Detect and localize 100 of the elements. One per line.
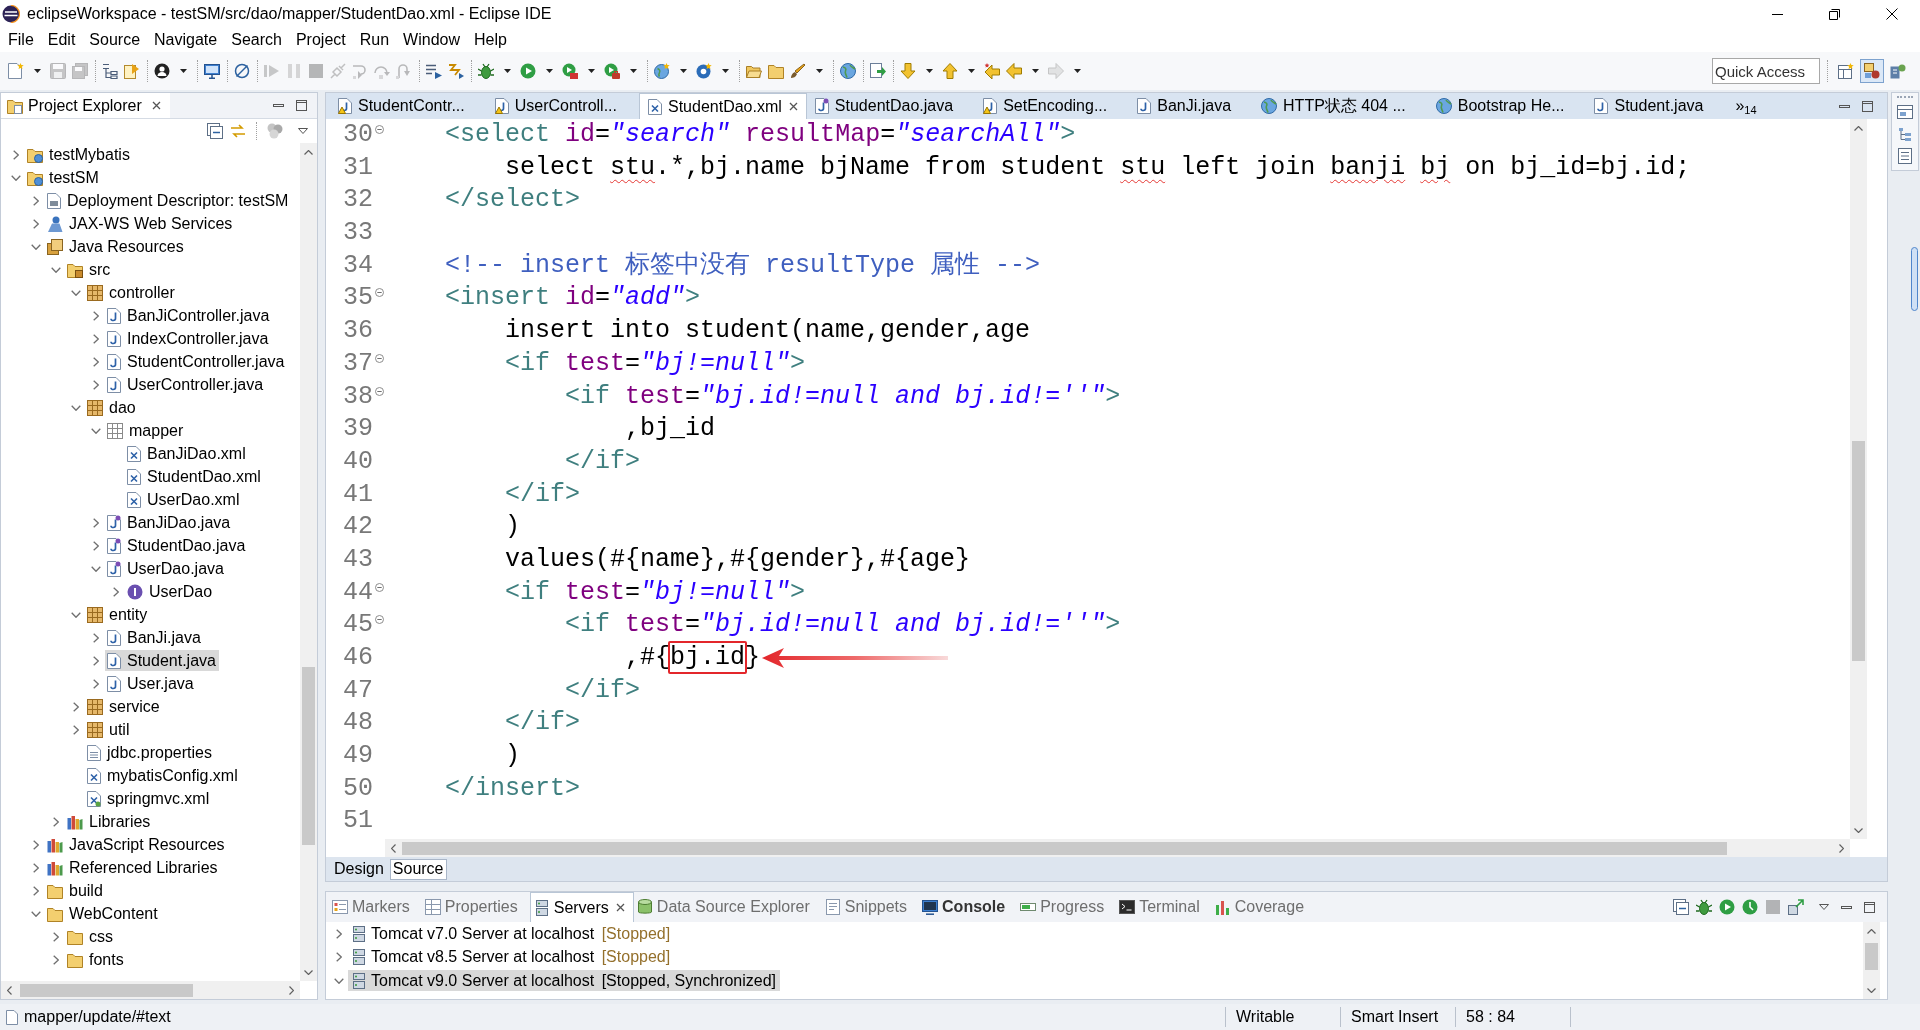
tree-item[interactable]: testMybatis — [25, 144, 133, 165]
chevron-right-icon[interactable] — [53, 954, 59, 965]
scrollbar-thumb[interactable] — [302, 667, 315, 845]
tree-item[interactable]: StudentController.java — [105, 351, 288, 372]
scroll-down-icon[interactable] — [1867, 987, 1876, 993]
chevron-right-icon[interactable] — [93, 356, 99, 367]
tree-icon[interactable] — [1896, 126, 1913, 142]
tree-item[interactable]: build — [45, 880, 106, 901]
server-item[interactable]: Tomcat v9.0 Server at localhost [Stopped, Synchronized] — [348, 970, 780, 992]
scroll-up-icon[interactable] — [1854, 125, 1863, 131]
chevron-right-icon[interactable] — [93, 540, 99, 551]
chevron-right-icon[interactable] — [93, 517, 99, 528]
editor-tab[interactable]: StudentDao.java — [806, 93, 976, 119]
chevron-down-icon[interactable] — [11, 174, 21, 181]
scrollbar-thumb[interactable] — [1852, 441, 1865, 661]
minimize-icon[interactable] — [273, 104, 284, 107]
chevron-down-icon[interactable] — [71, 289, 81, 296]
tree-item[interactable]: BanJiController.java — [105, 305, 273, 326]
menu-item[interactable]: Search — [224, 28, 289, 52]
scroll-left-icon[interactable] — [7, 985, 12, 995]
menu-item[interactable]: Edit — [40, 28, 83, 52]
collapse-icon[interactable] — [374, 288, 384, 298]
minimize-icon[interactable] — [1841, 905, 1852, 909]
page-tab[interactable]: Source — [389, 858, 447, 880]
chevron-right-icon[interactable] — [93, 333, 99, 344]
tree-item[interactable]: dao — [85, 397, 139, 418]
tree-item[interactable]: Libraries — [65, 811, 154, 832]
chevron-right-icon[interactable] — [13, 149, 19, 160]
panel-tab[interactable]: Properties — [421, 892, 530, 922]
editor-tab[interactable]: BanJi.java — [1129, 93, 1254, 119]
editor-tab[interactable]: Student.java — [1586, 93, 1726, 119]
editor-tab[interactable]: StudentDao.xml — [639, 93, 807, 119]
panel-tab[interactable]: Coverage — [1211, 892, 1317, 922]
scroll-up-icon[interactable] — [1867, 928, 1876, 934]
chevron-right-icon[interactable] — [336, 952, 342, 963]
chevron-right-icon[interactable] — [33, 862, 39, 873]
tree-item[interactable]: mybatisConfig.xml — [85, 765, 241, 786]
tree-item[interactable]: UserController.java — [105, 374, 267, 395]
tree-item[interactable]: WebContent — [45, 903, 161, 924]
close-icon[interactable] — [788, 102, 798, 111]
scrollbar-thumb[interactable] — [1865, 943, 1878, 970]
collapse-all-icon[interactable] — [207, 123, 223, 139]
scroll-up-icon[interactable] — [304, 149, 313, 155]
panel-tab[interactable]: Terminal — [1116, 892, 1212, 922]
collapse-icon[interactable] — [374, 615, 384, 625]
tree-item[interactable]: StudentDao.java — [105, 535, 249, 556]
chevron-down-icon[interactable] — [31, 243, 41, 250]
tree-item[interactable]: service — [85, 696, 163, 717]
chevron-down-icon[interactable] — [51, 266, 61, 273]
collapse-icon[interactable] — [374, 386, 384, 396]
tree-item[interactable]: css — [65, 926, 116, 947]
restore-icon[interactable] — [1829, 8, 1840, 20]
run-icon[interactable] — [1718, 899, 1735, 915]
scroll-down-icon[interactable] — [1854, 827, 1863, 833]
tree-item[interactable]: BanJi.java — [105, 627, 204, 648]
close-icon[interactable] — [1885, 8, 1898, 20]
close-icon[interactable] — [615, 903, 625, 912]
scroll-down-icon[interactable] — [304, 969, 313, 975]
tree-item[interactable]: src — [65, 259, 114, 280]
tree-item[interactable]: util — [85, 719, 133, 740]
tree-item[interactable]: testSM — [25, 167, 102, 188]
chevron-down-icon[interactable] — [91, 427, 101, 434]
chevron-right-icon[interactable] — [73, 724, 79, 735]
menu-item[interactable]: Run — [352, 28, 397, 52]
scrollbar-thumb[interactable] — [20, 983, 193, 997]
scroll-right-icon[interactable] — [289, 985, 294, 995]
tree-item[interactable]: Referenced Libraries — [45, 857, 221, 878]
chevron-right-icon[interactable] — [73, 701, 79, 712]
maximize-icon[interactable] — [1864, 901, 1875, 913]
tree-item[interactable]: StudentDao.xml — [125, 466, 264, 487]
editor-tab[interactable]: SetEncoding... — [975, 93, 1130, 119]
chevron-right-icon[interactable] — [336, 928, 342, 939]
editor-tab[interactable]: StudentContr... — [330, 93, 487, 119]
tree-item[interactable]: Java Resources — [45, 236, 187, 257]
tree-item[interactable]: springmvc.xml — [85, 788, 213, 809]
chevron-right-icon[interactable] — [53, 816, 59, 827]
scrollbar[interactable] — [1, 981, 300, 999]
maximize-icon[interactable] — [1862, 100, 1873, 112]
chevron-right-icon[interactable] — [33, 839, 39, 850]
editor-tab[interactable]: UserControll... — [486, 93, 639, 119]
scrollbar-thumb[interactable] — [1911, 247, 1918, 311]
panel-tab[interactable]: Console — [919, 892, 1018, 922]
close-icon[interactable] — [151, 101, 161, 110]
maximize-icon[interactable] — [296, 100, 307, 111]
perspective-button[interactable] — [1860, 59, 1884, 83]
tree-item[interactable]: UserDao — [125, 581, 216, 602]
scrollbar[interactable] — [385, 839, 1850, 857]
chevron-right-icon[interactable] — [33, 195, 39, 206]
scroll-right-icon[interactable] — [1839, 843, 1844, 853]
panel-tab[interactable]: Progress — [1017, 892, 1117, 922]
panel-tab[interactable]: Snippets — [821, 892, 920, 922]
chevron-right-icon[interactable] — [93, 655, 99, 666]
tree-item[interactable]: controller — [85, 282, 178, 303]
list-icon[interactable] — [1896, 148, 1913, 164]
chevron-down-icon[interactable] — [91, 565, 101, 572]
scroll-left-icon[interactable] — [391, 843, 396, 853]
panel-tab[interactable]: Servers — [529, 892, 634, 922]
scrollbar[interactable] — [300, 143, 317, 981]
scrollbar[interactable] — [1863, 922, 1880, 999]
tree-item[interactable]: fonts — [65, 949, 127, 970]
